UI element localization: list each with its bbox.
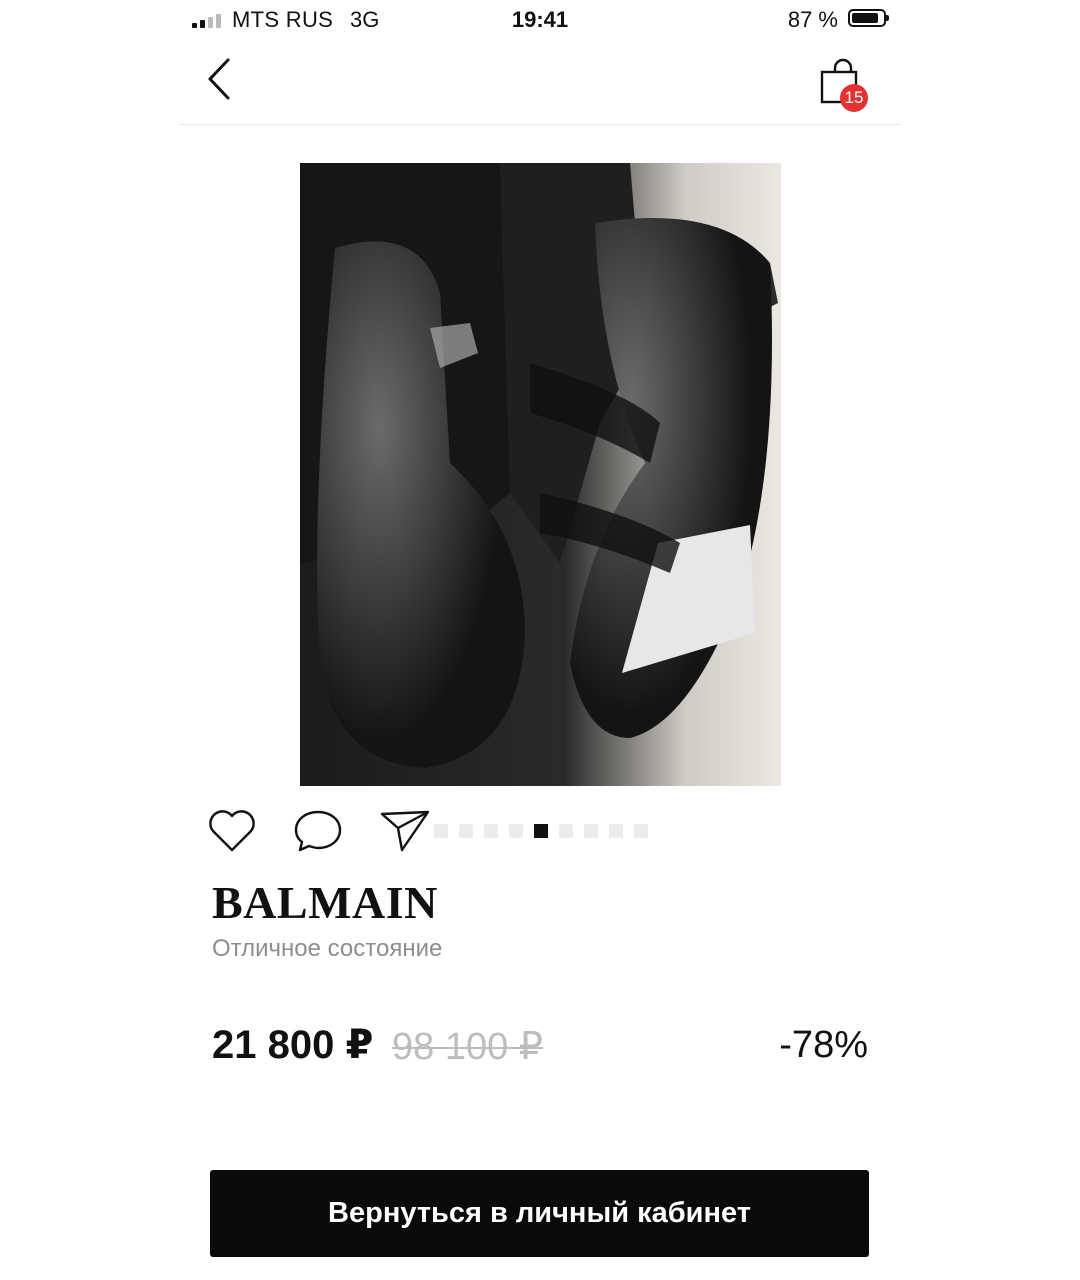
comment-icon[interactable] xyxy=(292,806,344,854)
gallery-dot[interactable] xyxy=(459,824,473,838)
gallery-dot[interactable] xyxy=(509,824,523,838)
product-photo[interactable] xyxy=(300,163,781,786)
boots-sole-image xyxy=(300,163,781,786)
current-price: 21 800 ₽ xyxy=(212,1023,374,1067)
back-to-account-button[interactable]: Вернуться в личный кабинет xyxy=(210,1170,869,1257)
battery-percent: 87 % xyxy=(787,7,838,32)
gallery-dot[interactable] xyxy=(434,824,448,838)
gallery-dot[interactable] xyxy=(484,824,498,838)
gallery-dot[interactable] xyxy=(584,824,598,838)
gallery-pagination xyxy=(434,824,648,838)
brand-name: BALMAIN xyxy=(212,877,438,928)
chevron-left-icon[interactable] xyxy=(202,54,242,104)
discount-badge: -78% xyxy=(779,1024,868,1066)
gallery-dot[interactable] xyxy=(559,824,573,838)
heart-icon[interactable] xyxy=(206,806,258,854)
gallery-dot[interactable] xyxy=(609,824,623,838)
condition-label: Отличное состояние xyxy=(212,935,443,962)
app-screen: MTS RUS 3G 19:41 87 % 15 BALMAIN Отлично… xyxy=(180,0,900,1280)
status-bar: MTS RUS 3G 19:41 87 % xyxy=(180,0,900,40)
gallery-dot[interactable] xyxy=(534,824,548,838)
cart-count-badge: 15 xyxy=(840,84,868,112)
send-icon[interactable] xyxy=(378,806,434,854)
nav-bar: 15 xyxy=(180,40,900,125)
battery-icon xyxy=(848,9,889,27)
original-price: 98 100 ₽ xyxy=(392,1026,543,1068)
gallery-dot[interactable] xyxy=(634,824,648,838)
